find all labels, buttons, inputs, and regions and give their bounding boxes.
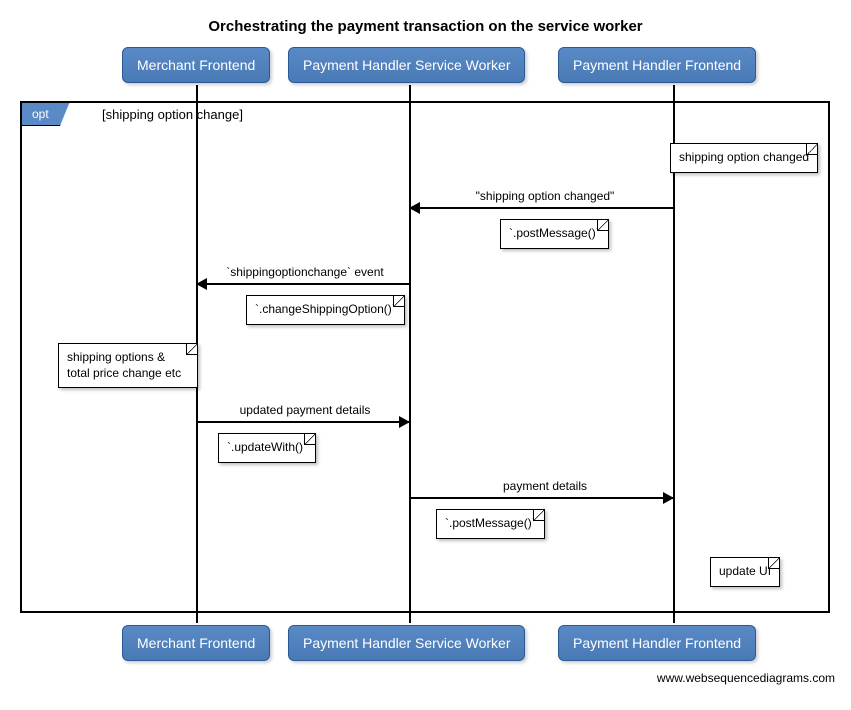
note-changeshippingoption: `.changeShippingOption()` <box>246 295 405 325</box>
note-shipping-option-changed: shipping option changed <box>670 143 818 173</box>
note-postmessage-1: `.postMessage()` <box>500 219 609 249</box>
message-arrow-3 <box>197 421 409 423</box>
message-arrow-4 <box>410 497 673 499</box>
message-label-updated-payment-details: updated payment details <box>205 403 405 417</box>
note-shipping-options-price: shipping options & total price change et… <box>58 343 198 388</box>
message-label-shippingoptionchange-event: `shippingoptionchange` event <box>205 265 405 279</box>
note-line1: shipping options & <box>67 350 165 364</box>
opt-tag: opt <box>21 102 70 126</box>
message-label-payment-details: payment details <box>420 479 670 493</box>
participant-payment-handler-frontend-bottom: Payment Handler Frontend <box>558 625 756 661</box>
note-postmessage-2: `.postMessage()` <box>436 509 545 539</box>
participant-payment-handler-frontend-top: Payment Handler Frontend <box>558 47 756 83</box>
message-label-shipping-option-changed: "shipping option changed" <box>420 189 670 203</box>
note-updatewith: `.updateWith()` <box>218 433 316 463</box>
participant-payment-handler-sw-bottom: Payment Handler Service Worker <box>288 625 525 661</box>
watermark-attribution: www.websequencediagrams.com <box>10 671 841 685</box>
message-arrow-1 <box>410 207 673 209</box>
diagram-title: Orchestrating the payment transaction on… <box>10 18 841 35</box>
opt-guard: [shipping option change] <box>102 107 243 122</box>
participant-merchant-frontend-bottom: Merchant Frontend <box>122 625 270 661</box>
note-update-ui: update UI <box>710 557 780 587</box>
note-line2: total price change etc <box>67 366 181 380</box>
sequence-diagram: Merchant Frontend Payment Handler Servic… <box>10 47 841 667</box>
participant-payment-handler-sw-top: Payment Handler Service Worker <box>288 47 525 83</box>
participant-merchant-frontend-top: Merchant Frontend <box>122 47 270 83</box>
message-arrow-2 <box>197 283 409 285</box>
